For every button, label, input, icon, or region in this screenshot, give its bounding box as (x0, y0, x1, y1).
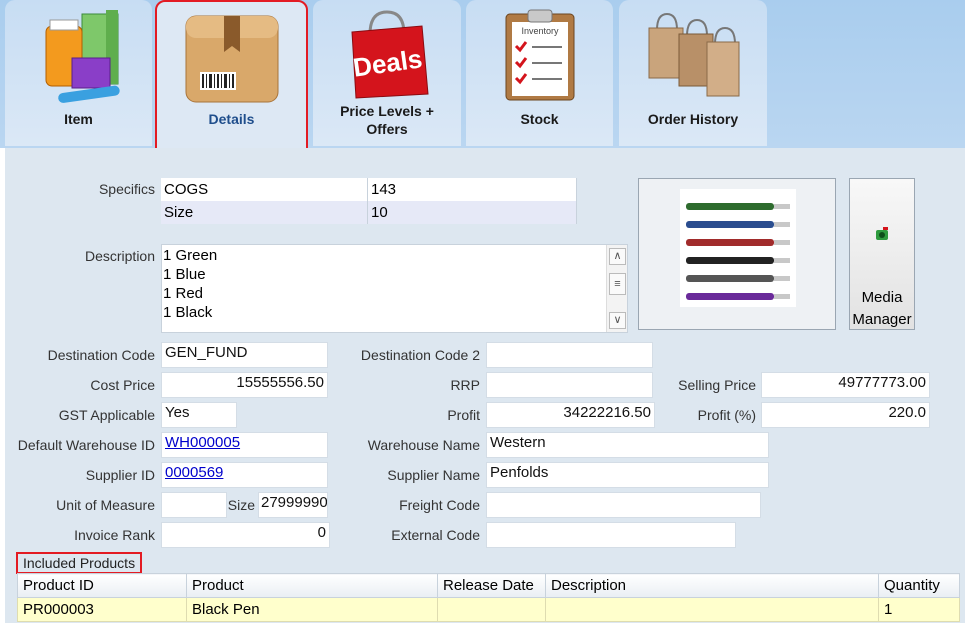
pen-tip (774, 204, 790, 209)
warehouse-id-link[interactable]: WH000005 (165, 434, 240, 451)
spec-value[interactable]: 10 (367, 201, 577, 224)
rrp-label: RRP (450, 377, 480, 393)
deals-bag-icon: Deals (351, 10, 429, 99)
pen-body (686, 203, 774, 210)
pen-body (686, 293, 774, 300)
supplier-id-link[interactable]: 0000569 (165, 464, 223, 481)
column-header-description[interactable]: Description (545, 573, 879, 598)
grid-header-row: Product ID Product Release Date Descript… (17, 573, 960, 598)
supplier-name-field[interactable]: Penfolds (486, 462, 769, 488)
tab-bar: Item Details Deals Price Levels + Offers (0, 0, 965, 150)
cell-description[interactable] (545, 597, 879, 622)
column-header-product[interactable]: Product (186, 573, 438, 598)
pen-tip (774, 258, 790, 263)
included-products-grid[interactable]: Product ID Product Release Date Descript… (17, 573, 960, 622)
tab-details[interactable]: Details (155, 0, 308, 150)
selling-price-field[interactable]: 49777773.00 (761, 372, 930, 398)
pen-body (686, 257, 774, 264)
tab-price-levels-label: Price Levels + Offers (340, 103, 434, 137)
gst-applicable-field[interactable]: Yes (161, 402, 237, 428)
scroll-thumb[interactable]: ≡ (609, 273, 626, 295)
warehouse-name-label: Warehouse Name (367, 437, 480, 453)
pen-body (686, 221, 774, 228)
tab-order-history-label: Order History (647, 111, 739, 127)
specifics-label: Specifics (98, 181, 155, 197)
cost-price-field[interactable]: 15555556.50 (161, 372, 328, 398)
cost-price-label: Cost Price (90, 377, 155, 393)
pen-body (686, 275, 774, 282)
included-products-label: Included Products (16, 552, 143, 574)
selling-price-label: Selling Price (678, 377, 756, 393)
tab-details-label: Details (208, 111, 255, 127)
tab-order-history[interactable]: Order History (619, 0, 767, 146)
cell-product[interactable]: Black Pen (186, 597, 438, 622)
supplier-name-label: Supplier Name (387, 467, 480, 483)
destination-code-2-label: Destination Code 2 (360, 347, 480, 363)
freight-code-label: Freight Code (399, 497, 480, 513)
column-header-quantity[interactable]: Quantity (878, 573, 960, 598)
cell-quantity[interactable]: 1 (878, 597, 960, 622)
description-label: Description (84, 248, 155, 264)
unit-of-measure-field[interactable] (161, 492, 227, 518)
tab-item-label: Item (64, 111, 93, 127)
spec-value[interactable]: 143 (367, 178, 577, 201)
pens-image (680, 189, 796, 307)
unit-of-measure-label: Unit of Measure (56, 497, 155, 513)
pen-tip (774, 294, 790, 299)
profit-label: Profit (447, 407, 480, 423)
default-warehouse-id-label: Default Warehouse ID (17, 437, 155, 453)
invoice-rank-field[interactable]: 0 (161, 522, 330, 548)
invoice-rank-label: Invoice Rank (74, 527, 155, 543)
destination-code-field[interactable]: GEN_FUND (161, 342, 328, 368)
pen-tip (774, 240, 790, 245)
warehouse-name-field[interactable]: Western (486, 432, 769, 458)
external-code-label: External Code (391, 527, 480, 543)
item-products-icon (45, 10, 120, 103)
description-text: 1 Green 1 Blue 1 Red 1 Black (163, 247, 218, 321)
scroll-down-icon[interactable]: ∨ (609, 312, 626, 329)
specifics-row[interactable]: Size 10 (161, 201, 577, 224)
gst-applicable-label: GST Applicable (58, 407, 155, 423)
clipboard-inventory-icon: Inventory (505, 9, 574, 101)
default-warehouse-id-field[interactable]: WH000005 (161, 432, 328, 458)
freight-code-field[interactable] (486, 492, 761, 518)
supplier-id-field[interactable]: 0000569 (161, 462, 328, 488)
spec-name: Size (161, 201, 368, 224)
profit-pct-field[interactable]: 220.0 (761, 402, 930, 428)
shopping-bags-icon (648, 12, 740, 97)
tab-item[interactable]: Item (5, 0, 152, 146)
tab-stock[interactable]: Inventory Stock (466, 0, 613, 146)
specifics-table[interactable]: COGS 143 Size 10 (161, 178, 577, 224)
camera-icon (876, 227, 888, 240)
spec-name: COGS (161, 178, 368, 201)
rrp-field[interactable] (486, 372, 653, 398)
description-scrollbar[interactable]: ∧ ≡ ∨ (606, 245, 627, 332)
scroll-up-icon[interactable]: ∧ (609, 248, 626, 265)
cell-product-id[interactable]: PR000003 (17, 597, 187, 622)
supplier-id-label: Supplier ID (85, 467, 155, 483)
profit-field[interactable]: 34222216.50 (486, 402, 655, 428)
inventory-text: Inventory (521, 26, 559, 36)
pen-tip (774, 276, 790, 281)
media-manager-button[interactable]: Media Manager (849, 178, 915, 330)
product-image-frame (638, 178, 836, 330)
description-textarea[interactable]: 1 Green 1 Blue 1 Red 1 Black ∧ ≡ ∨ (161, 244, 628, 333)
tab-stock-label: Stock (520, 111, 559, 127)
size-label: Size (227, 497, 255, 513)
column-header-product-id[interactable]: Product ID (17, 573, 187, 598)
profit-pct-label: Profit (%) (697, 407, 756, 423)
destination-code-2-field[interactable] (486, 342, 653, 368)
tab-price-levels[interactable]: Deals Price Levels + Offers (313, 0, 461, 146)
specifics-row[interactable]: COGS 143 (161, 178, 577, 201)
pen-body (686, 239, 774, 246)
size-field[interactable]: 27999990 (258, 492, 328, 518)
column-header-release-date[interactable]: Release Date (437, 573, 546, 598)
package-box-icon (185, 15, 278, 103)
destination-code-label: Destination Code (47, 347, 155, 363)
cell-release-date[interactable] (437, 597, 546, 622)
external-code-field[interactable] (486, 522, 736, 548)
table-row[interactable]: PR000003 Black Pen 1 (17, 597, 960, 622)
pen-tip (774, 222, 790, 227)
media-manager-label: Media Manager (852, 289, 912, 328)
